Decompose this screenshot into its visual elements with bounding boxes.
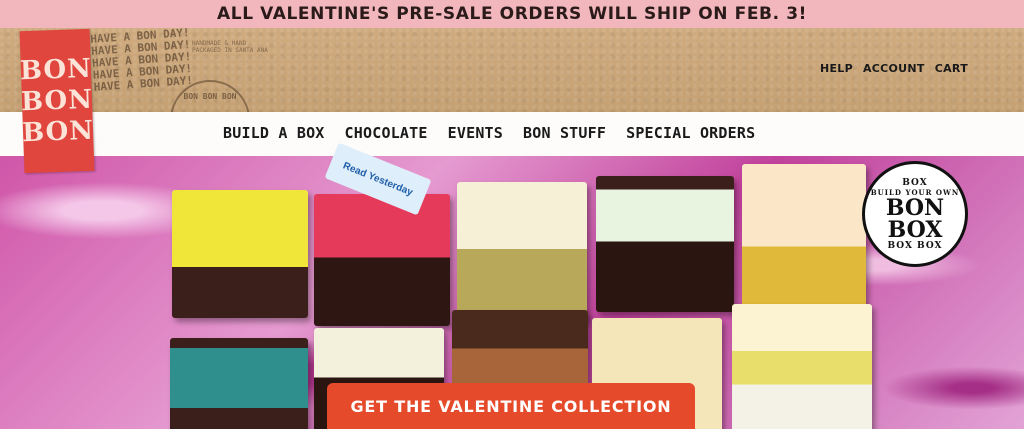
- candy-lemon: [732, 304, 872, 429]
- account-link[interactable]: ACCOUNT: [863, 62, 925, 75]
- candy-cream: [457, 182, 587, 322]
- main-nav: BUILD A BOX CHOCOLATE EVENTS BON STUFF S…: [223, 124, 755, 142]
- cart-link[interactable]: CART: [935, 62, 968, 75]
- nav-events[interactable]: EVENTS: [448, 124, 503, 142]
- candy-red: [314, 194, 450, 326]
- handmade-note: HANDMADE & HAND PACKAGED IN SANTA ANA: [192, 40, 268, 54]
- nav-build-a-box[interactable]: BUILD A BOX: [223, 124, 325, 142]
- announcement-bar: ALL VALENTINE'S PRE-SALE ORDERS WILL SHI…: [0, 0, 1024, 28]
- have-a-bon-day-stamp: HAVE A BON DAY! HAVE A BON DAY! HAVE A B…: [89, 25, 194, 94]
- help-link[interactable]: HELP: [820, 62, 853, 75]
- nav-bon-stuff[interactable]: BON STUFF: [523, 124, 606, 142]
- candy-peach: [742, 164, 866, 306]
- valentine-collection-button[interactable]: GET THE VALENTINE COLLECTION: [327, 383, 695, 429]
- candy-yellow: [172, 190, 308, 318]
- candy-mint: [596, 176, 734, 312]
- bon-bon-bon-logo[interactable]: BON BON BON: [19, 28, 95, 174]
- nav-special-orders[interactable]: SPECIAL ORDERS: [626, 124, 755, 142]
- utility-nav: HELP ACCOUNT CART: [820, 62, 968, 75]
- candy-teal: [170, 338, 308, 429]
- nav-chocolate[interactable]: CHOCOLATE: [345, 124, 428, 142]
- build-your-own-bon-box-badge[interactable]: BOX BUILD YOUR OWN BON BOX BOX BOX: [862, 161, 968, 267]
